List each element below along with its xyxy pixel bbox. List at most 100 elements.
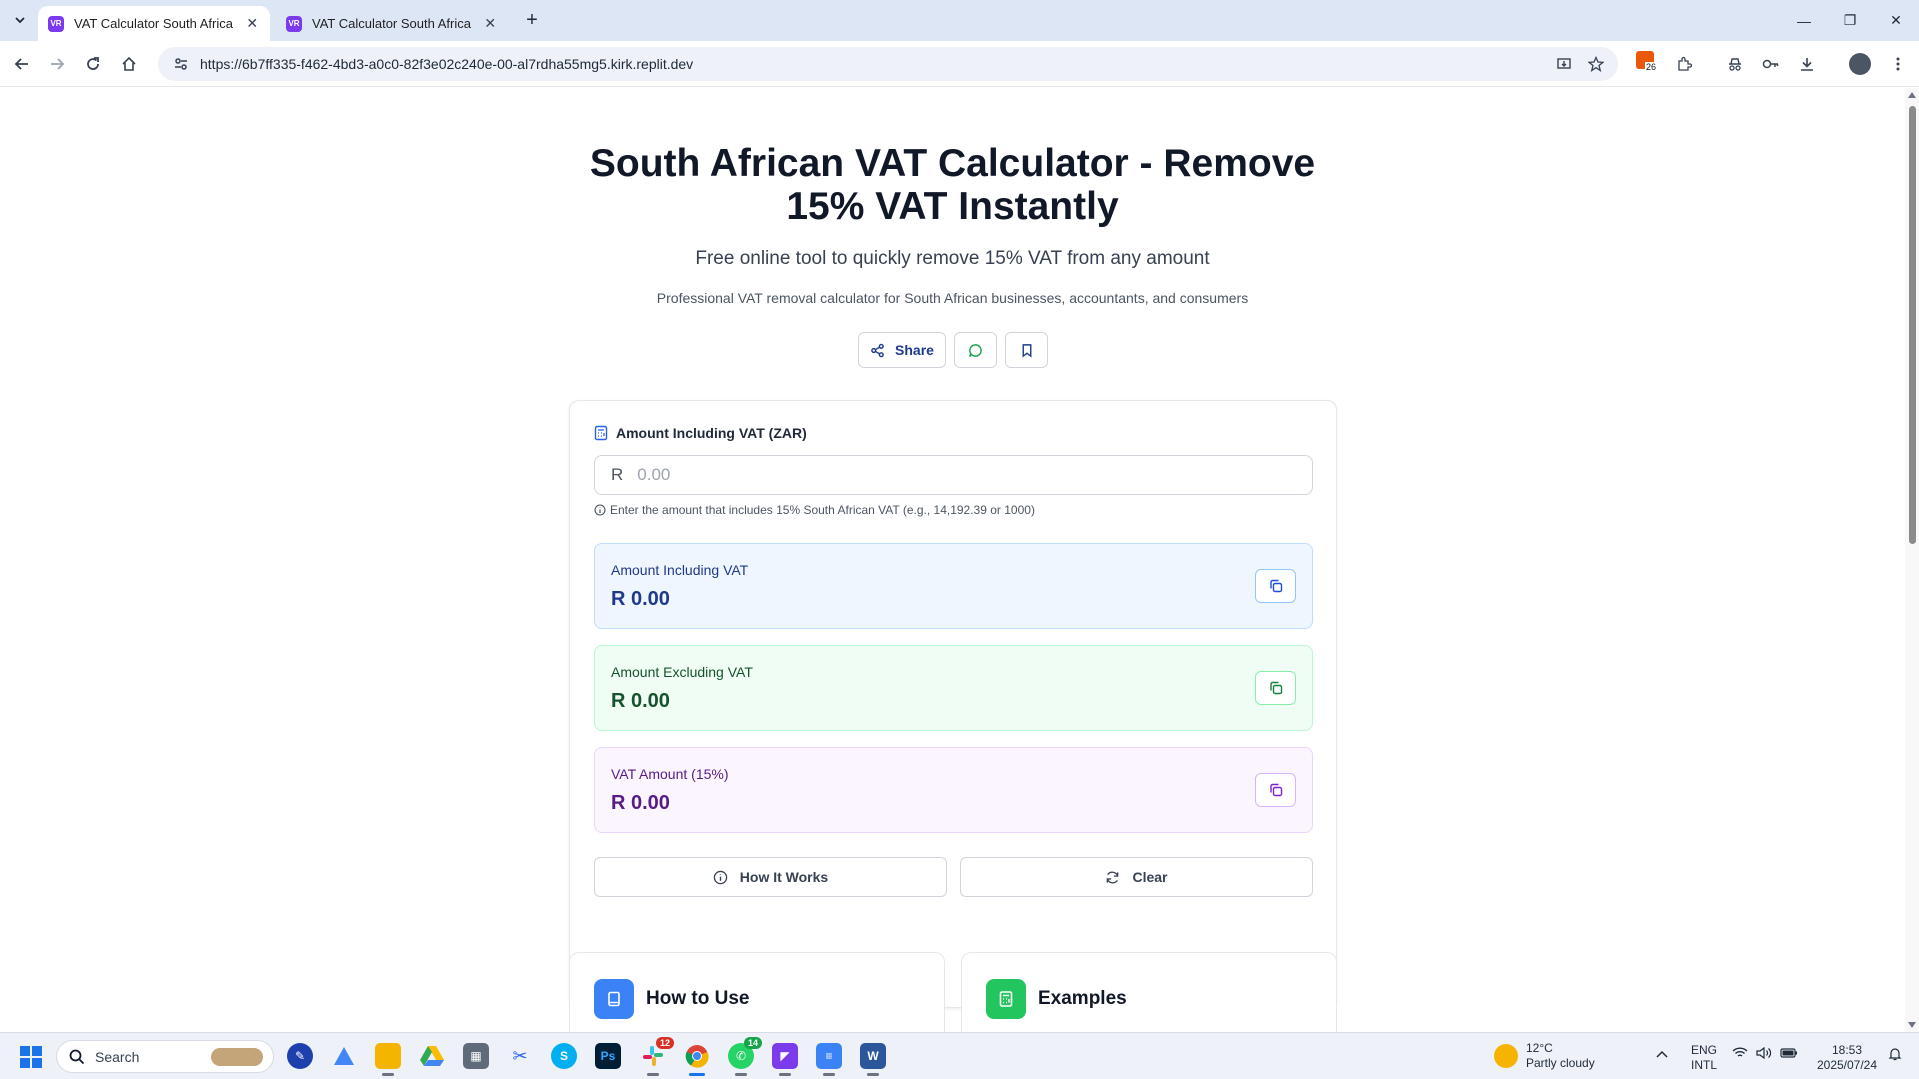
calculator-card: Amount Including VAT (ZAR) R Enter the a… bbox=[569, 400, 1337, 1008]
window-close-icon[interactable]: ✕ bbox=[1873, 0, 1919, 41]
windows-taskbar: Search ✎ ▦ ✂ S Ps 12 ✆ 14 ◤ ≡ W 12°C Par… bbox=[0, 1032, 1919, 1079]
extension-counter-icon[interactable]: 26 bbox=[1636, 51, 1658, 73]
bookmark-icon bbox=[1022, 343, 1031, 358]
result-vat-amount: VAT Amount (15%) R 0.00 bbox=[594, 747, 1313, 833]
result-value: R 0.00 bbox=[611, 690, 670, 712]
copy-including-button[interactable] bbox=[1255, 569, 1296, 603]
book-icon bbox=[594, 979, 634, 1019]
tab-close-icon[interactable]: ✕ bbox=[245, 15, 260, 32]
notepad-icon[interactable]: ≡ bbox=[816, 1043, 842, 1076]
photoshop-icon[interactable]: Ps bbox=[595, 1043, 621, 1069]
extension-badge-count: 26 bbox=[1645, 62, 1658, 72]
tab-favicon-icon: VR bbox=[286, 15, 302, 32]
battery-icon[interactable] bbox=[1780, 1047, 1798, 1063]
examples-title: Examples bbox=[1038, 988, 1127, 1009]
weather-temperature: 12°C bbox=[1526, 1041, 1553, 1055]
google-drive-icon[interactable] bbox=[419, 1043, 445, 1069]
app-triangle-icon[interactable] bbox=[331, 1043, 357, 1069]
install-app-icon[interactable] bbox=[1551, 51, 1577, 77]
clear-button[interactable]: Clear bbox=[960, 857, 1313, 897]
whatsapp-icon[interactable]: ✆ 14 bbox=[728, 1037, 762, 1076]
taskbar-search-label: Search bbox=[95, 1048, 140, 1065]
taskbar-search[interactable]: Search bbox=[56, 1040, 274, 1073]
url-text: https://6b7ff335-f462-4bd3-a0c0-82f3e02c… bbox=[200, 56, 694, 72]
clock-time: 18:53 bbox=[1831, 1043, 1863, 1057]
how-it-works-label: How It Works bbox=[739, 869, 829, 885]
back-icon[interactable] bbox=[9, 51, 35, 77]
amount-input[interactable] bbox=[637, 465, 1258, 485]
home-icon[interactable] bbox=[116, 51, 142, 77]
visual-studio-icon[interactable]: ◤ bbox=[772, 1043, 798, 1076]
browser-tab[interactable]: VR VAT Calculator South Africa - Re ✕ bbox=[276, 6, 508, 41]
clock[interactable]: 18:53 2025/07/24 bbox=[1812, 1043, 1882, 1073]
page-viewport: South African VAT Calculator - Remove 15… bbox=[0, 88, 1905, 1032]
currency-prefix: R bbox=[611, 465, 624, 484]
share-icon bbox=[871, 343, 884, 357]
profile-avatar[interactable] bbox=[1849, 53, 1871, 75]
slack-icon[interactable]: 12 bbox=[640, 1037, 674, 1076]
clear-label: Clear bbox=[1132, 869, 1168, 885]
restore-icon[interactable]: ❐ bbox=[1827, 0, 1873, 41]
clock-date: 2025/07/24 bbox=[1816, 1058, 1878, 1072]
forward-icon[interactable] bbox=[44, 51, 70, 77]
language-indicator[interactable]: ENG INTL bbox=[1691, 1043, 1717, 1073]
word-icon[interactable]: W bbox=[860, 1043, 886, 1076]
bookmark-button[interactable] bbox=[1005, 332, 1048, 368]
minimize-icon[interactable]: — bbox=[1781, 0, 1827, 41]
reload-icon[interactable] bbox=[80, 51, 106, 77]
skype-icon[interactable]: S bbox=[551, 1043, 577, 1069]
keyboard-layout: INTL bbox=[1691, 1058, 1718, 1072]
scroll-up-arrow-icon[interactable] bbox=[1908, 92, 1916, 98]
wifi-icon[interactable] bbox=[1732, 1047, 1748, 1063]
info-icon bbox=[594, 504, 606, 516]
downloads-icon[interactable] bbox=[1794, 51, 1820, 77]
windows-start-icon[interactable] bbox=[20, 1046, 42, 1068]
share-button[interactable]: Share bbox=[858, 332, 946, 368]
chrome-icon[interactable] bbox=[684, 1043, 710, 1076]
page-title: South African VAT Calculator - Remove 15… bbox=[589, 142, 1316, 228]
bookmark-star-icon[interactable] bbox=[1583, 51, 1609, 77]
site-info-icon[interactable] bbox=[166, 56, 196, 72]
file-explorer-icon[interactable] bbox=[375, 1043, 401, 1076]
amount-hint: Enter the amount that includes 15% South… bbox=[594, 503, 1035, 517]
result-label: VAT Amount (15%) bbox=[611, 766, 729, 782]
result-excluding-vat: Amount Excluding VAT R 0.00 bbox=[594, 645, 1313, 731]
how-to-use-title: How to Use bbox=[646, 988, 750, 1009]
page-scrollbar[interactable] bbox=[1905, 88, 1919, 1032]
notifications-icon[interactable] bbox=[1888, 1047, 1902, 1065]
extensions-puzzle-icon[interactable] bbox=[1671, 51, 1697, 77]
slack-badge: 12 bbox=[655, 1037, 674, 1049]
whatsapp-badge: 14 bbox=[743, 1037, 762, 1049]
calculator-app-icon[interactable]: ▦ bbox=[463, 1043, 489, 1069]
browser-menu-icon[interactable] bbox=[1885, 51, 1911, 77]
whatsapp-share-button[interactable] bbox=[954, 332, 997, 368]
copy-excluding-button[interactable] bbox=[1255, 671, 1296, 705]
volume-icon[interactable] bbox=[1756, 1046, 1772, 1063]
scrollbar-thumb[interactable] bbox=[1909, 106, 1916, 544]
app-pen-icon[interactable]: ✎ bbox=[287, 1043, 313, 1069]
snipping-tool-icon[interactable]: ✂ bbox=[507, 1043, 533, 1069]
copy-vat-button[interactable] bbox=[1255, 773, 1296, 807]
amount-field-label-text: Amount Including VAT (ZAR) bbox=[616, 425, 807, 441]
weather-widget[interactable]: 12°C Partly cloudy bbox=[1494, 1041, 1595, 1071]
how-it-works-button[interactable]: How It Works bbox=[594, 857, 947, 897]
password-key-icon[interactable] bbox=[1758, 51, 1784, 77]
incognito-icon[interactable] bbox=[1722, 51, 1748, 77]
tab-search-chevron-icon[interactable] bbox=[8, 8, 32, 32]
tray-overflow-icon[interactable] bbox=[1656, 1047, 1668, 1062]
weather-description: Partly cloudy bbox=[1526, 1056, 1595, 1070]
browser-tab-active[interactable]: VR VAT Calculator South Africa - Re ✕ bbox=[38, 6, 270, 41]
address-bar[interactable]: https://6b7ff335-f462-4bd3-a0c0-82f3e02c… bbox=[158, 47, 1618, 81]
new-tab-icon[interactable]: + bbox=[520, 9, 544, 33]
result-label: Amount Excluding VAT bbox=[611, 664, 753, 680]
calculator-icon bbox=[986, 979, 1026, 1019]
partly-cloudy-icon bbox=[1494, 1044, 1518, 1068]
amount-field-label: Amount Including VAT (ZAR) bbox=[594, 425, 807, 441]
info-icon bbox=[713, 870, 728, 884]
tab-favicon-icon: VR bbox=[48, 15, 64, 32]
page-description: Professional VAT removal calculator for … bbox=[656, 290, 1249, 306]
scroll-down-arrow-icon[interactable] bbox=[1908, 1022, 1916, 1028]
browser-toolbar: https://6b7ff335-f462-4bd3-a0c0-82f3e02c… bbox=[0, 41, 1919, 87]
tab-close-icon[interactable]: ✕ bbox=[483, 15, 498, 32]
result-value: R 0.00 bbox=[611, 792, 670, 814]
